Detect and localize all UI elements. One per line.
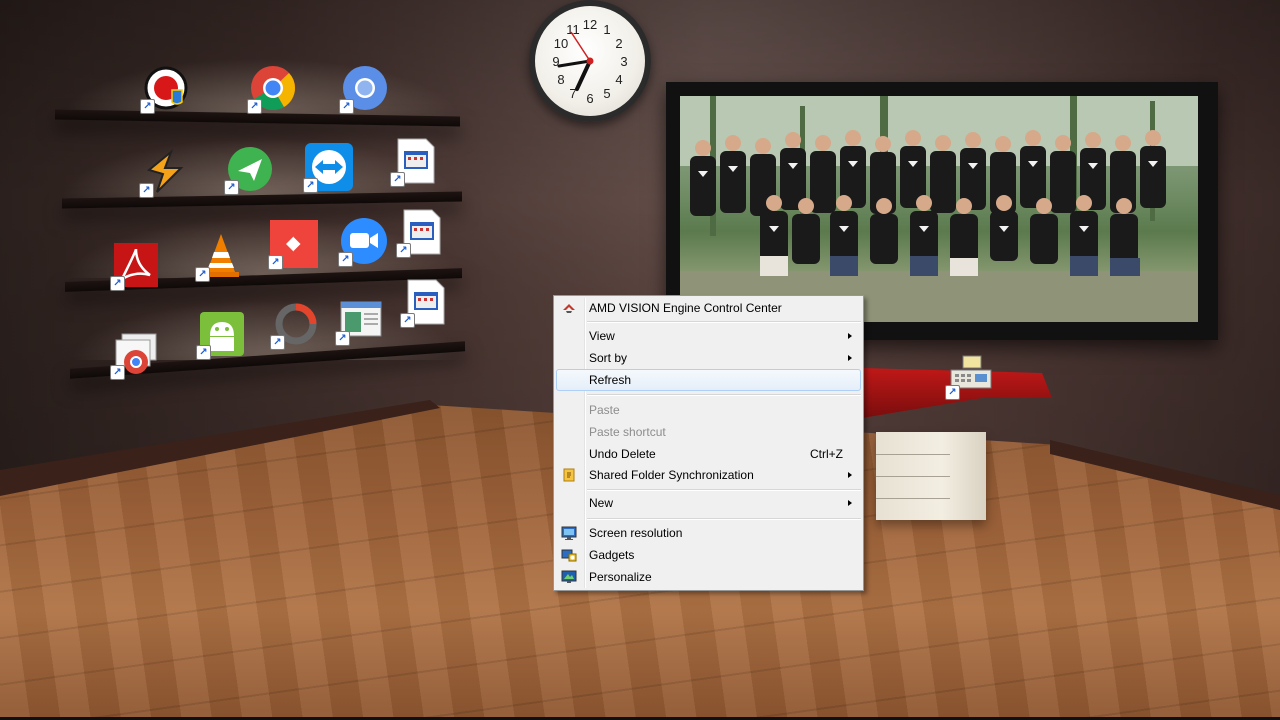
menu-item-new[interactable]: New — [556, 492, 861, 514]
shortcut-arrow-icon: ↗ — [270, 335, 285, 350]
shortcut-arrow-icon: ↗ — [945, 385, 960, 400]
group-photo-art — [680, 96, 1198, 322]
menu-item-undo-delete[interactable]: Undo Delete Ctrl+Z — [556, 443, 861, 465]
shortcut-arrow-icon: ↗ — [303, 178, 318, 193]
clock-numeral: 8 — [557, 72, 564, 87]
clock-numeral: 3 — [620, 54, 627, 69]
winamp-icon[interactable]: ↗ — [139, 148, 189, 198]
submenu-arrow-icon — [848, 355, 852, 361]
drawer-cabinet — [876, 432, 986, 520]
anydesk-icon[interactable]: ↗ — [268, 220, 318, 270]
cash-register-icon[interactable]: ↗ — [945, 350, 995, 400]
menu-item-shortcut: Ctrl+Z — [810, 447, 843, 461]
menu-item-label: Screen resolution — [589, 526, 683, 540]
airdroid-icon[interactable]: ↗ — [224, 145, 274, 195]
menu-item-sort-by[interactable]: Sort by — [556, 347, 861, 369]
clock-numeral: 1 — [603, 22, 610, 37]
circle-logo-icon[interactable]: ↗ — [270, 300, 320, 350]
amd-icon — [561, 300, 577, 316]
shortcut-arrow-icon: ↗ — [110, 365, 125, 380]
adobe-reader-icon[interactable]: ↗ — [110, 241, 160, 291]
shortcut-arrow-icon: ↗ — [390, 172, 405, 187]
menu-item-paste[interactable]: Paste — [556, 399, 861, 421]
recorder-icon[interactable]: ↗ — [140, 64, 190, 114]
shortcut-arrow-icon: ↗ — [400, 313, 415, 328]
menu-item-screen-resolution[interactable]: Screen resolution — [556, 522, 861, 544]
shortcut-arrow-icon: ↗ — [110, 276, 125, 291]
submenu-arrow-icon — [848, 472, 852, 478]
clock-numeral: 2 — [615, 36, 622, 51]
shortcut-arrow-icon: ↗ — [396, 243, 411, 258]
menu-separator — [587, 321, 861, 323]
chrome-icon[interactable]: ↗ — [247, 64, 297, 114]
personalize-icon — [561, 569, 577, 585]
vlc-icon[interactable]: ↗ — [195, 232, 245, 282]
menu-item-label: Personalize — [589, 570, 652, 584]
menu-item-paste-shortcut[interactable]: Paste shortcut — [556, 421, 861, 443]
screen-resolution-icon — [561, 525, 577, 541]
wall-clock: 12 1 2 3 4 5 6 7 8 9 10 11 — [529, 0, 651, 122]
menu-item-label: Sort by — [589, 351, 628, 365]
shortcut-arrow-icon: ↗ — [140, 99, 155, 114]
menu-item-label: AMD VISION Engine Control Center — [589, 301, 782, 315]
shortcut-arrow-icon: ↗ — [339, 99, 354, 114]
menu-item-label: New — [589, 496, 614, 510]
chrome-app-icon[interactable]: ↗ — [110, 330, 160, 380]
teamviewer-icon[interactable]: ↗ — [303, 143, 353, 193]
android-icon[interactable]: ↗ — [196, 310, 246, 360]
submenu-arrow-icon — [848, 333, 852, 339]
menu-item-refresh[interactable]: Refresh — [556, 369, 861, 391]
menu-item-gadgets[interactable]: Gadgets — [556, 544, 861, 566]
clock-numeral: 5 — [603, 86, 610, 101]
window-app-icon[interactable]: ↗ — [335, 296, 385, 346]
gadgets-icon — [561, 547, 577, 563]
clock-face: 12 1 2 3 4 5 6 7 8 9 10 11 — [552, 17, 627, 106]
menu-item-label: Gadgets — [589, 548, 635, 562]
zoom-icon[interactable]: ↗ — [338, 217, 388, 267]
clock-hour-hand — [575, 59, 592, 91]
submenu-arrow-icon — [848, 500, 852, 506]
menu-separator — [587, 518, 861, 520]
menu-item-amd-vision[interactable]: AMD VISION Engine Control Center — [556, 297, 861, 319]
menu-item-label: Paste — [589, 403, 620, 417]
menu-item-label: Shared Folder Synchronization — [589, 468, 754, 482]
menu-separator — [587, 489, 861, 491]
shortcut-arrow-icon: ↗ — [338, 252, 353, 267]
menu-item-personalize[interactable]: Personalize — [556, 566, 861, 588]
shortcut-arrow-icon: ↗ — [224, 180, 239, 195]
menu-item-label: Paste shortcut — [589, 425, 666, 439]
menu-separator — [587, 394, 861, 396]
clock-minute-hand — [557, 59, 592, 68]
chromium-icon[interactable]: ↗ — [339, 64, 389, 114]
group-photo — [680, 96, 1198, 322]
menu-item-shared-folder-sync[interactable]: Shared Folder Synchronization — [556, 464, 861, 486]
clock-center — [586, 57, 594, 65]
shortcut-arrow-icon: ↗ — [335, 331, 350, 346]
clock-numeral: 10 — [554, 36, 568, 51]
shortcut-arrow-icon: ↗ — [196, 345, 211, 360]
window-file-icon[interactable]: ↗ — [400, 278, 450, 328]
menu-item-label: Refresh — [589, 373, 632, 387]
clock-numeral: 12 — [583, 17, 597, 32]
shortcut-arrow-icon: ↗ — [268, 255, 283, 270]
clock-numeral: 6 — [586, 91, 593, 106]
menu-item-label: Undo Delete — [589, 447, 656, 461]
sync-icon — [561, 467, 577, 483]
menu-item-label: View — [589, 329, 615, 343]
clock-second-hand — [570, 31, 591, 62]
window-file-icon[interactable]: ↗ — [396, 208, 446, 258]
clock-numeral: 4 — [615, 72, 622, 87]
desktop-context-menu: AMD VISION Engine Control Center View So… — [553, 295, 864, 591]
shortcut-arrow-icon: ↗ — [195, 267, 210, 282]
menu-item-view[interactable]: View — [556, 325, 861, 347]
window-file-icon[interactable]: ↗ — [390, 137, 440, 187]
shortcut-arrow-icon: ↗ — [247, 99, 262, 114]
shortcut-arrow-icon: ↗ — [139, 183, 154, 198]
